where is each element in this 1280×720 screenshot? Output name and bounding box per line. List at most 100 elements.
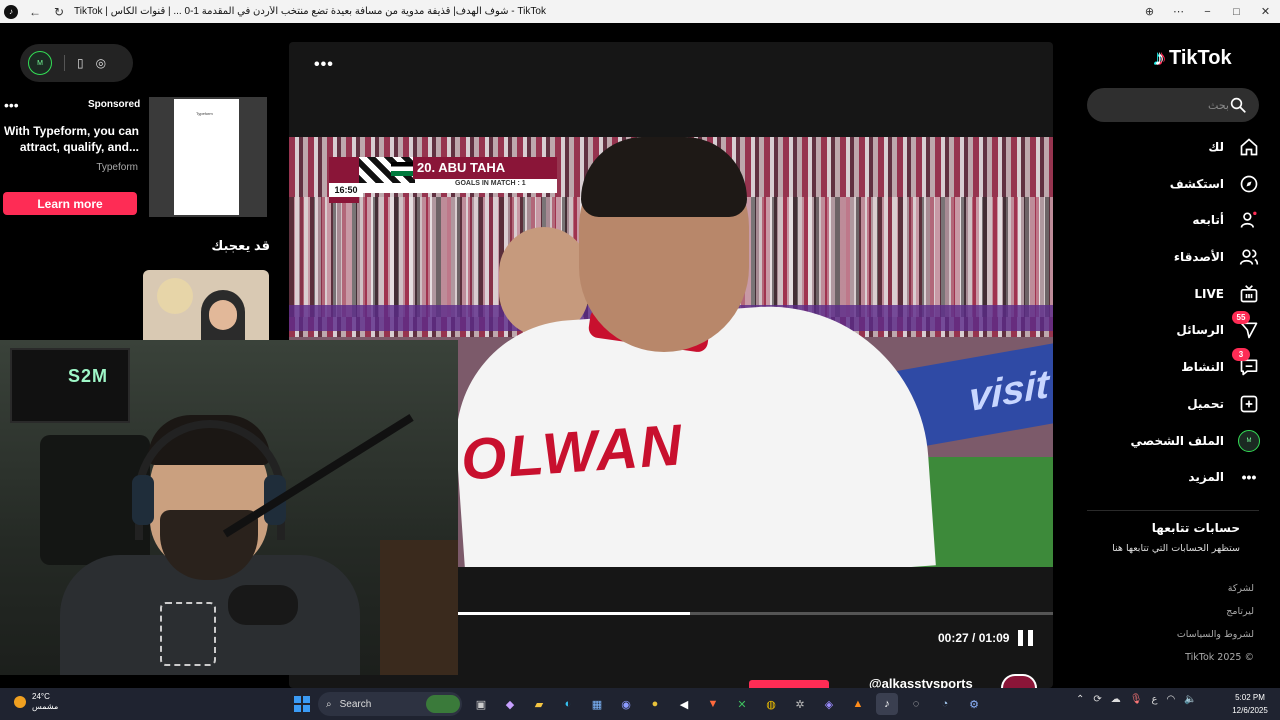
- nav-label: تحميل: [1187, 397, 1224, 411]
- nav-label: الملف الشخصي: [1130, 434, 1224, 448]
- learn-more-button[interactable]: Learn more: [3, 192, 137, 215]
- chrome-icon[interactable]: ●: [644, 693, 666, 715]
- tiktok-taskbar-icon[interactable]: ♪: [876, 693, 898, 715]
- taskbar-search-label: Search: [339, 698, 372, 710]
- nav-label: LIVE: [1194, 287, 1224, 301]
- windows-taskbar: 24°C مشمس ⌕ Search ▣ ◆ ▰ ◐ ▦ ◉ ● ◀ ▼ ✕ ◍…: [0, 688, 1280, 720]
- sidebar-divider: [1087, 510, 1259, 511]
- nav-explore[interactable]: استكشف: [1080, 168, 1260, 200]
- tray-language[interactable]: ع: [1151, 694, 1157, 705]
- close-button[interactable]: ✕: [1251, 5, 1280, 18]
- webcam-overlay: S2M: [0, 340, 458, 675]
- card-face: [209, 300, 237, 330]
- footer-program-link[interactable]: ليرتامج: [1140, 606, 1254, 617]
- friends-icon: [1238, 246, 1260, 268]
- nav-live[interactable]: LIVE: [1080, 278, 1260, 310]
- activity-badge: 3: [1232, 348, 1250, 361]
- user-avatar[interactable]: M: [28, 51, 52, 75]
- weather-widget[interactable]: 24°C مشمس: [14, 692, 58, 712]
- upload-icon: [1238, 393, 1260, 415]
- tiktok-logo[interactable]: ♪ TikTok: [1154, 45, 1232, 71]
- match-clock: 16:50: [329, 183, 363, 197]
- nav-profile[interactable]: الملف الشخصي M: [1080, 425, 1260, 457]
- more-icon: •••: [1241, 469, 1257, 485]
- nav-activity[interactable]: النشاط 3: [1080, 348, 1260, 383]
- search-highlight-icon: [426, 695, 460, 713]
- ad-text: With Typeform, you can attract, qualify,…: [3, 124, 139, 154]
- taskbar-clock[interactable]: 5:02 PM 12/6/2025: [1224, 691, 1276, 717]
- system-tray: ⌃ ⟳ ☁ 🎙 ع ◠ 🔈: [1076, 694, 1197, 705]
- progress-bar[interactable]: [458, 612, 1053, 615]
- volume-icon[interactable]: 🔈: [1184, 694, 1196, 705]
- brave-icon[interactable]: ▼: [702, 693, 724, 715]
- nav-label: استكشف: [1169, 177, 1224, 191]
- ad-more-icon[interactable]: •••: [4, 97, 19, 113]
- gear-taskbar-icon[interactable]: ⚙: [963, 693, 985, 715]
- xbox-icon[interactable]: ✕: [731, 693, 753, 715]
- obs-icon[interactable]: ◈: [818, 693, 840, 715]
- tray-mic-icon[interactable]: 🎙: [1130, 694, 1143, 705]
- discord-icon[interactable]: ◉: [615, 693, 637, 715]
- current-time: 00:27: [938, 631, 969, 645]
- edge-icon[interactable]: ◐: [557, 693, 579, 715]
- maximize-button[interactable]: □: [1222, 6, 1251, 18]
- pause-icon[interactable]: [1018, 630, 1034, 646]
- back-icon[interactable]: ←: [28, 5, 42, 19]
- board-text: visit: [968, 362, 1049, 421]
- nav-upload[interactable]: تحميل: [1080, 388, 1260, 420]
- extra-app-icon[interactable]: ◍: [760, 693, 782, 715]
- footer-terms-link[interactable]: لشروط والسياسات: [1140, 629, 1254, 640]
- store-icon[interactable]: ▦: [586, 693, 608, 715]
- nav-following[interactable]: أتابعه: [1080, 204, 1260, 236]
- minimize-button[interactable]: −: [1193, 6, 1222, 18]
- messages-badge: 55: [1232, 311, 1250, 324]
- headphone-left: [132, 475, 154, 525]
- task-view-icon[interactable]: ▣: [470, 693, 492, 715]
- neon-sign: S2M: [68, 366, 109, 386]
- sponsored-label: Sponsored: [88, 99, 141, 110]
- follow-button[interactable]: [749, 680, 829, 688]
- nav-label: النشاط: [1181, 360, 1224, 374]
- tray-chevron-icon[interactable]: ⌃: [1076, 694, 1084, 705]
- clock-date: 12/6/2025: [1232, 706, 1268, 715]
- live-icon: [1238, 283, 1260, 305]
- phone-icon[interactable]: ▯: [77, 56, 84, 70]
- vlc-icon[interactable]: ▲: [847, 693, 869, 715]
- shirt-logo: [160, 602, 216, 666]
- zoom-icon[interactable]: ⊕: [1135, 5, 1164, 18]
- app-icon-2[interactable]: ◌: [905, 693, 927, 715]
- nav-more[interactable]: المزيد •••: [1080, 461, 1260, 493]
- author-handle[interactable]: @alkasstvsports: [869, 676, 973, 688]
- nav-label: المزيد: [1188, 470, 1224, 484]
- goals-in-match: GOALS IN MATCH : 1: [455, 180, 526, 187]
- card-flowers: [157, 278, 193, 314]
- start-button[interactable]: [294, 696, 310, 712]
- search-bar[interactable]: [1087, 88, 1259, 122]
- author-avatar[interactable]: [1001, 674, 1037, 688]
- search-icon[interactable]: [1229, 96, 1247, 114]
- copilot-icon[interactable]: ◆: [499, 693, 521, 715]
- player-more-icon[interactable]: •••: [314, 56, 334, 74]
- weather-condition: مشمس: [32, 702, 59, 711]
- wifi-icon[interactable]: ◠: [1166, 694, 1175, 705]
- scorer-name: 20. ABU TAHA: [413, 157, 557, 179]
- steam-icon[interactable]: ◔: [934, 693, 956, 715]
- compass-icon[interactable]: ◎: [96, 56, 106, 70]
- divider: [64, 55, 65, 71]
- reload-icon[interactable]: ↻: [52, 5, 66, 19]
- tray-cloud-icon[interactable]: ☁: [1111, 694, 1121, 705]
- capcut-icon[interactable]: ◀: [673, 693, 695, 715]
- settings-app-icon[interactable]: ✲: [789, 693, 811, 715]
- footer-company-link[interactable]: لشركة: [1140, 583, 1254, 594]
- search-input[interactable]: [1099, 88, 1229, 122]
- nav-for-you[interactable]: لك: [1080, 131, 1260, 163]
- time-separator: /: [968, 631, 979, 645]
- menu-icon[interactable]: ⋯: [1164, 5, 1193, 18]
- file-explorer-icon[interactable]: ▰: [528, 693, 550, 715]
- taskbar-search[interactable]: ⌕ Search: [318, 692, 462, 716]
- window-titlebar: ♪ ← ↻ TikTok | شوف الهدف| قذيفة مدوية من…: [0, 0, 1280, 23]
- nav-friends[interactable]: الأصدقاء: [1080, 241, 1260, 273]
- tray-sync-icon[interactable]: ⟳: [1093, 694, 1101, 705]
- ad-thumbnail[interactable]: Typeform: [149, 97, 267, 217]
- nav-messages[interactable]: الرسائل 55: [1080, 311, 1260, 346]
